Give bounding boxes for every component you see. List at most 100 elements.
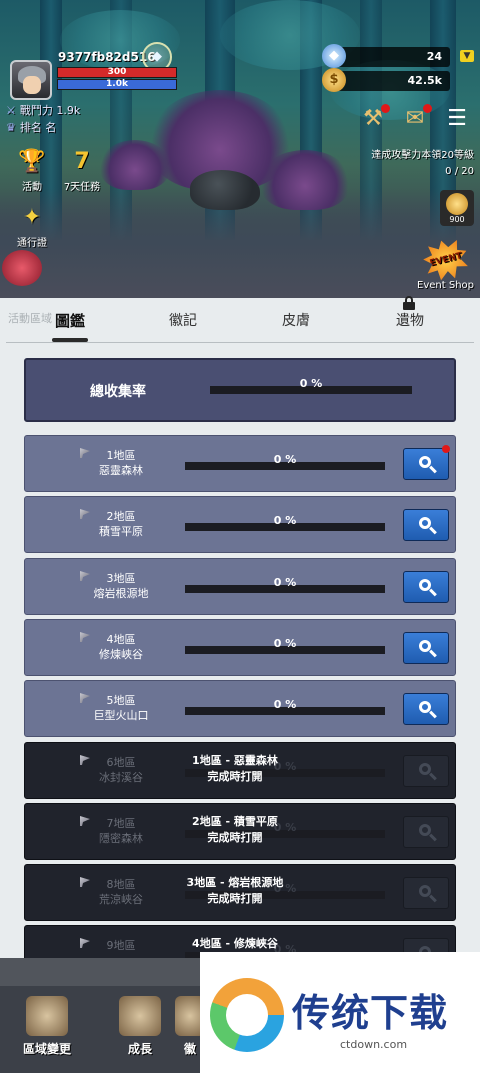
region-zone-label: 8地區 (106, 878, 136, 891)
region-name-label: 修煉峽谷 (99, 648, 143, 661)
unlock-requirement: 2地區 - 積雪平原 完成時打開 (165, 814, 305, 846)
region-name-label: 冰封溪谷 (99, 771, 143, 784)
gem-count: 24 (426, 50, 442, 63)
codex-panel: 活動區域 圖鑑 徽記 皮膚 遺物 總收集率 0 % 1地區 惡靈森林 0 % 2地區積… (0, 296, 480, 982)
avatar-face (23, 76, 41, 94)
region-row[interactable]: 5地區 巨型火山口 0 % (24, 680, 456, 737)
region-name: 7地區隱密森林 (81, 816, 161, 846)
region-zone-label: 7地區 (106, 817, 136, 830)
tab-codex[interactable]: 圖鑑 (50, 310, 90, 331)
unlock-requirement-title: 4地區 - 修煉峽谷 (192, 937, 278, 950)
add-gems-button[interactable]: ▼ (460, 50, 474, 62)
region-name-label: 荒涼峽谷 (99, 893, 143, 906)
game-scene: 9377fb82d516 ◆ 300 1.0k ⚔ 戰鬥力 1.9k ♛ 排名 名 … (0, 0, 480, 298)
menu-icon[interactable]: ☰ (442, 104, 472, 134)
region-progress-text: 0 % (273, 514, 297, 527)
region-progress-bar: 0 % (185, 698, 385, 715)
unlock-requirement: 1地區 - 惡靈森林 完成時打開 (165, 753, 305, 785)
pass-button[interactable]: ✦ 通行證 (10, 204, 54, 249)
nav-region-change[interactable]: 區域變更 (12, 996, 82, 1057)
magnifier-handle (429, 772, 437, 781)
region-progress-text: 0 % (273, 637, 297, 650)
region-search-button[interactable] (403, 571, 449, 603)
ranking[interactable]: ♛ 排名 名 (6, 119, 56, 135)
mp-bar: 1.0k (57, 79, 177, 90)
region-name: 2地區 積雪平原 (81, 509, 161, 539)
codex-tabs: 圖鑑 徽記 皮膚 遺物 (0, 296, 480, 343)
total-collection-row: 總收集率 0 % (24, 358, 456, 422)
magnifier-handle (429, 465, 437, 474)
region-name-label: 隱密森林 (99, 832, 143, 845)
notification-dot (381, 104, 390, 113)
coin-chest-button[interactable]: 900 (440, 190, 474, 226)
quest-text[interactable]: 達成攻擊力本領20等級 (371, 146, 474, 161)
event-shop-button[interactable]: EVENT Event Shop (417, 240, 474, 291)
region-name: 3地區 熔岩根源地 (81, 571, 161, 601)
region-row[interactable]: 1地區 惡靈森林 0 % (24, 435, 456, 492)
magnifier-handle (429, 833, 437, 842)
total-progress-text: 0 % (299, 377, 323, 390)
magnifier-handle (429, 588, 437, 597)
total-progress-bar: 0 % (210, 377, 412, 394)
helmet-icon (119, 996, 161, 1036)
watermark-banner: 传统下载 ctdown.com (200, 952, 480, 1073)
nav-emblem-label: 徽 (183, 1042, 196, 1056)
magnifier-handle (429, 894, 437, 903)
sword-icon[interactable]: ⚒ (358, 104, 390, 134)
unlock-requirement-title: 1地區 - 惡靈森林 (192, 754, 278, 767)
region-row: 7地區 隱密森林 0 % 2地區 - 積雪平原 完成時打開 (24, 803, 456, 860)
lock-icon (403, 296, 415, 310)
coin-icon: $ (322, 68, 346, 92)
region-search-button[interactable] (403, 445, 450, 480)
region-progress-bar: 0 % (185, 637, 385, 654)
scene-plant (260, 150, 350, 210)
region-zone-label: 9地區 (106, 939, 136, 952)
unlock-requirement-desc: 完成時打開 (207, 831, 263, 844)
region-progress-bar: 0 % (185, 576, 385, 593)
event-menu-icon[interactable] (2, 250, 42, 286)
events-button[interactable]: 🏆 活動 (10, 148, 54, 193)
unlock-requirement: 4地區 - 修煉峽谷 (165, 936, 305, 952)
tab-emblem[interactable]: 徽記 (163, 310, 203, 330)
tab-divider (6, 342, 474, 343)
region-search-button[interactable] (403, 509, 449, 541)
region-name-label: 熔岩根源地 (93, 587, 149, 600)
tab-skin[interactable]: 皮膚 (276, 310, 316, 330)
gem-icon: ◆ (322, 44, 346, 68)
region-search-button (403, 816, 449, 848)
region-row: 8地區 荒涼峽谷 0 % 3地區 - 熔岩根源地 完成時打開 (24, 864, 456, 921)
region-name: 5地區 巨型火山口 (81, 693, 161, 723)
region-zone-label: 4地區 (106, 633, 136, 646)
scroll-icon[interactable]: ✉ (400, 104, 432, 134)
pass-icon: ✦ (22, 205, 42, 230)
region-progress-bar: 0 % (185, 453, 385, 470)
lightning-seven-icon: 7 (74, 149, 90, 174)
combat-power-label: 戰鬥力 1.9k (19, 104, 81, 117)
region-name-label: 積雪平原 (99, 525, 143, 538)
region-row[interactable]: 3地區 熔岩根源地 0 % (24, 558, 456, 615)
coin-icon (446, 193, 468, 215)
player-name: 9377fb82d516 (58, 50, 156, 64)
player-avatar[interactable] (10, 60, 52, 100)
region-search-button[interactable] (403, 693, 449, 725)
region-progress-text: 0 % (273, 576, 297, 589)
magnifier-handle (429, 649, 437, 658)
region-progress-text: 0 % (273, 453, 297, 466)
tab-relic[interactable]: 遺物 (390, 310, 430, 330)
region-row[interactable]: 4地區修煉峽谷 0 % (24, 619, 456, 676)
region-search-button (403, 877, 449, 909)
magnifier-handle (429, 526, 437, 535)
region-name: 1地區 惡靈森林 (81, 448, 161, 478)
magnifier-handle (429, 710, 437, 719)
region-row[interactable]: 2地區 積雪平原 0 % (24, 496, 456, 553)
nav-growth[interactable]: 成長 (105, 996, 175, 1057)
pass-label: 通行證 (17, 238, 47, 249)
unlock-requirement: 3地區 - 熔岩根源地 完成時打開 (165, 875, 305, 907)
region-search-button[interactable] (403, 632, 449, 664)
region-search-button (403, 755, 449, 787)
crown-icon: ♛ (6, 121, 16, 134)
seven-day-quest-button[interactable]: 7 7天任務 (58, 148, 106, 193)
watermark-url: ctdown.com (340, 1038, 408, 1051)
unlock-requirement-desc: 完成時打開 (207, 770, 263, 783)
region-name: 6地區 冰封溪谷 (81, 755, 161, 785)
